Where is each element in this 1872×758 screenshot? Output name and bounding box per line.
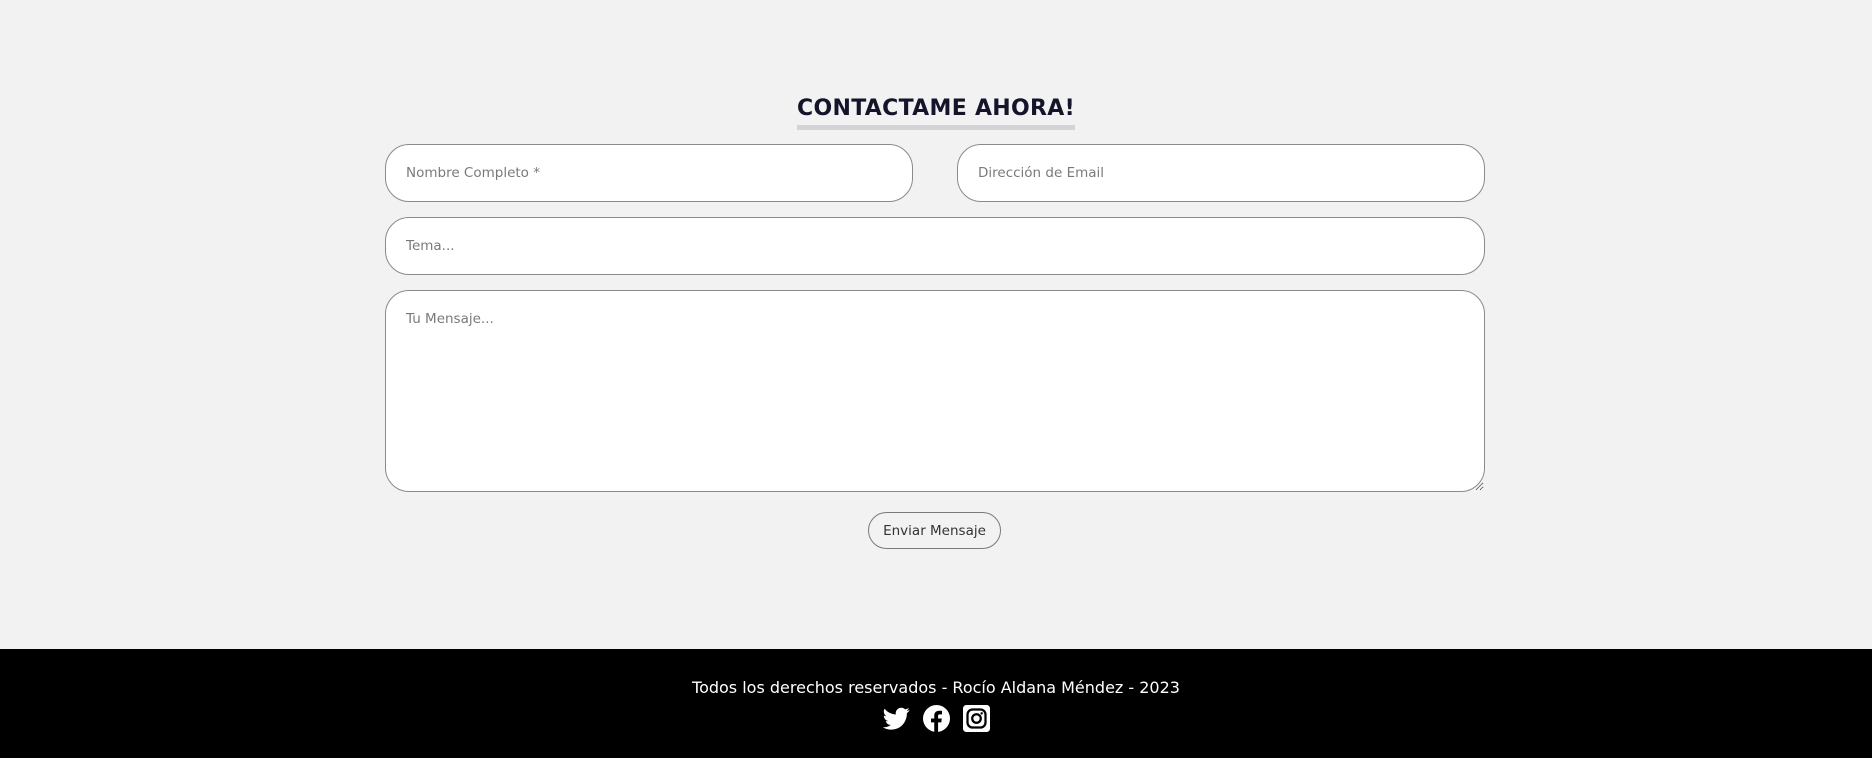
contact-title-text: CONTACTAME AHORA! (797, 94, 1075, 130)
subject-input[interactable] (385, 217, 1485, 275)
page: CONTACTAME AHORA! Enviar Mensaje Todos l… (0, 0, 1872, 758)
copyright-text: Todos los derechos reservados - Rocío Al… (692, 678, 1180, 697)
contact-title: CONTACTAME AHORA! (0, 94, 1872, 130)
footer: Todos los derechos reservados - Rocío Al… (0, 649, 1872, 758)
facebook-link[interactable] (922, 705, 950, 732)
name-input[interactable] (385, 144, 913, 202)
instagram-link[interactable] (962, 705, 990, 732)
contact-section: CONTACTAME AHORA! Enviar Mensaje (0, 0, 1872, 649)
social-links (0, 705, 1872, 732)
twitter-link[interactable] (882, 705, 910, 732)
email-input[interactable] (957, 144, 1485, 202)
message-textarea[interactable] (385, 290, 1485, 492)
instagram-icon (962, 705, 990, 732)
twitter-icon (882, 707, 910, 730)
facebook-icon (922, 705, 950, 732)
send-message-button[interactable]: Enviar Mensaje (868, 512, 1001, 549)
